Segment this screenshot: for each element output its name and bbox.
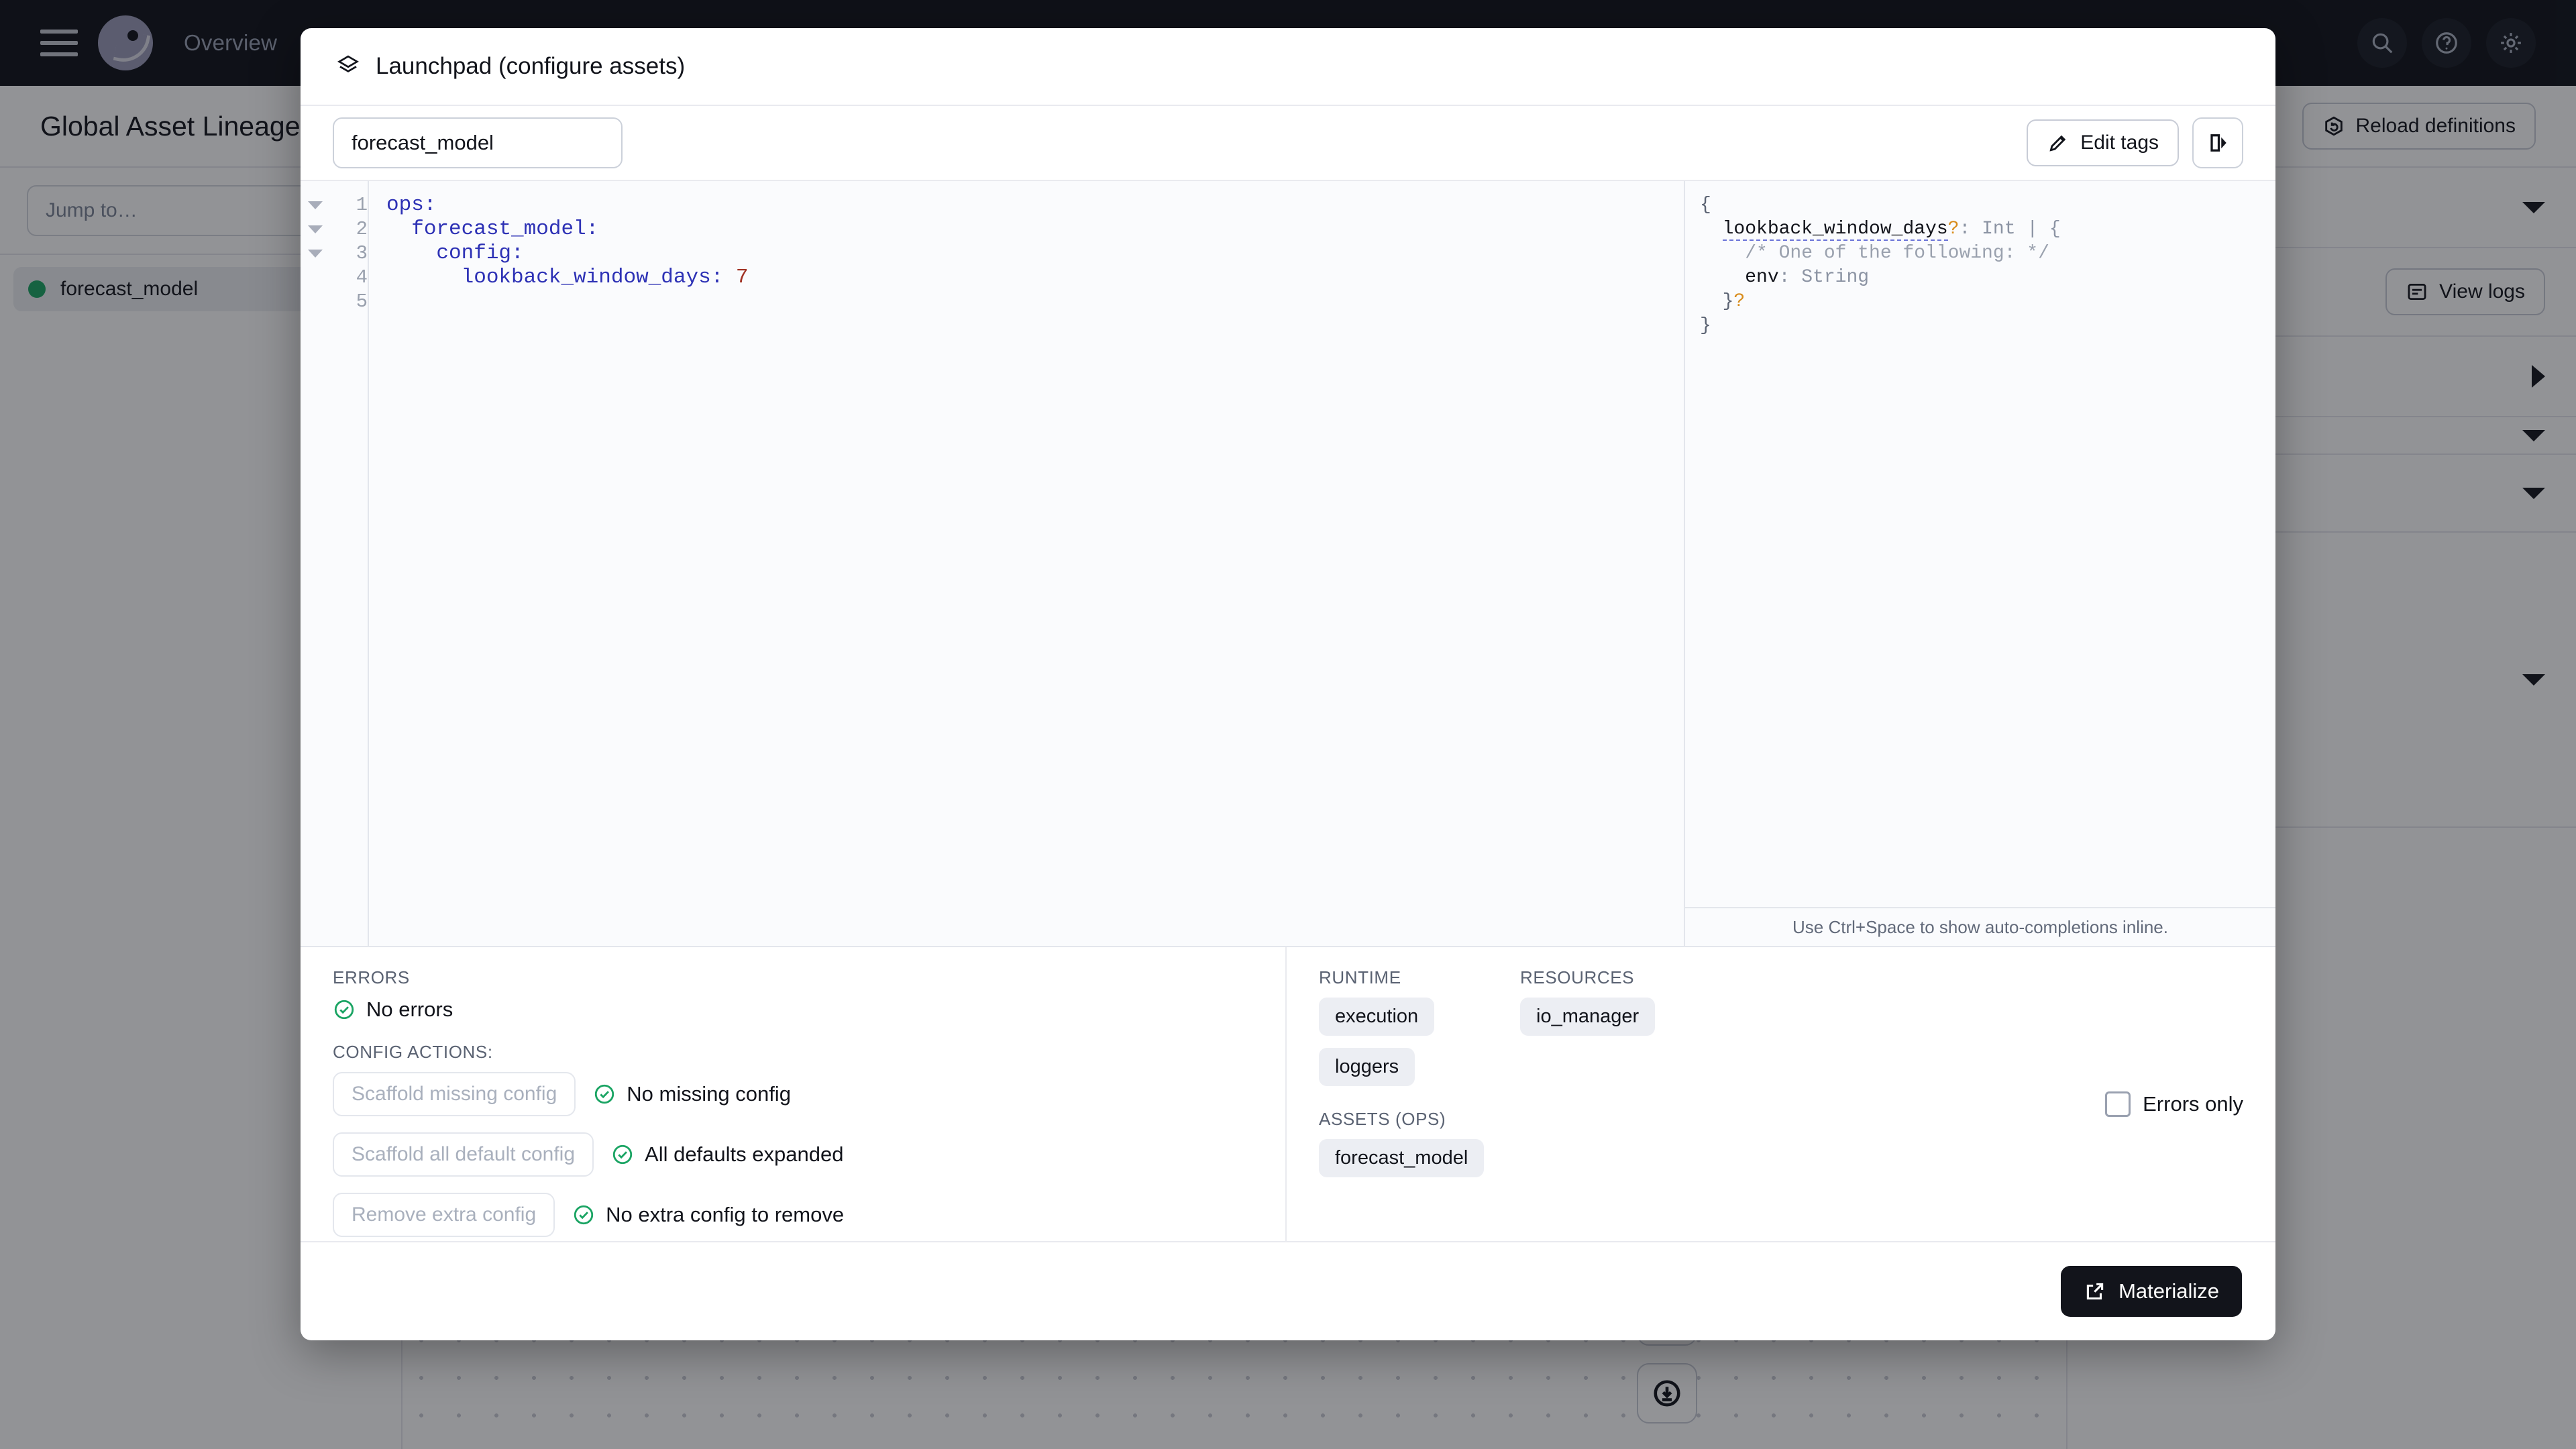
- line-number: 1: [356, 194, 368, 216]
- line-number: 3: [356, 242, 368, 264]
- modal-toolbar: forecast_model Edit tags: [301, 106, 2275, 181]
- schema-env-key: env: [1745, 267, 1779, 288]
- yaml-key: ops:: [386, 193, 437, 217]
- assets-label: ASSETS (OPS): [1319, 1109, 1446, 1129]
- fold-arrow[interactable]: [301, 217, 330, 241]
- scaffold-all-default-config-status: All defaults expanded: [611, 1142, 843, 1167]
- line-number-gutter: 1 2 3 4 5: [330, 181, 368, 946]
- check-circle-icon: [612, 1144, 633, 1165]
- yaml-code[interactable]: ops: forecast_model: config: lookback_wi…: [368, 181, 1684, 946]
- runtime-resources-assets-column: RUNTIME execution loggers ASSETS (OPS) f…: [1287, 947, 2275, 1241]
- resources-tag-io-manager[interactable]: io_manager: [1520, 998, 1656, 1036]
- check-circle-icon: [334, 1000, 354, 1020]
- line-number: 2: [356, 218, 368, 240]
- line-number: 4: [356, 266, 368, 288]
- errors-only-toggle[interactable]: Errors only: [2105, 967, 2243, 1241]
- yaml-key: forecast_model:: [411, 217, 599, 241]
- schema-env-type: String: [1801, 267, 1870, 288]
- scaffold-missing-config-button[interactable]: Scaffold missing config: [333, 1072, 576, 1116]
- errors-label: ERRORS: [333, 967, 410, 987]
- config-action-row: Remove extra config No extra config to r…: [333, 1193, 1253, 1237]
- resources-label: RESOURCES: [1520, 967, 1635, 987]
- schema-field-type: Int: [1982, 219, 2016, 239]
- errors-only-checkbox[interactable]: [2105, 1091, 2131, 1117]
- runtime-column: RUNTIME execution loggers ASSETS (OPS) f…: [1319, 967, 1520, 1241]
- config-actions-label: CONFIG ACTIONS:: [333, 1042, 493, 1062]
- code-line: forecast_model:: [386, 217, 1684, 241]
- modal-footer: Materialize: [301, 1241, 2275, 1340]
- code-line: lookback_window_days: 7: [386, 266, 1684, 290]
- materialize-label: Materialize: [2118, 1279, 2219, 1303]
- assets-tag-forecast-model[interactable]: forecast_model: [1319, 1139, 1485, 1177]
- edit-tags-button[interactable]: Edit tags: [2027, 119, 2179, 166]
- schema-field-name[interactable]: lookback_window_days: [1722, 219, 1948, 241]
- config-action-row: Scaffold all default config All defaults…: [333, 1132, 1253, 1177]
- panel-toggle-icon[interactable]: [2192, 117, 2243, 168]
- schema-line: lookback_window_days?: Int | {: [1722, 219, 2061, 241]
- schema-line: }?: [1700, 291, 1746, 312]
- runtime-tag-loggers[interactable]: loggers: [1319, 1048, 1415, 1086]
- resources-tags: io_manager: [1520, 998, 2105, 1036]
- editor-region: 1 2 3 4 5 ops: forecast_model: config: l…: [301, 181, 2275, 946]
- schema-line: env: String: [1745, 267, 1870, 288]
- materialize-button[interactable]: Materialize: [2061, 1266, 2242, 1317]
- status-text: No missing config: [627, 1082, 791, 1106]
- fold-arrow-empty: [301, 266, 330, 290]
- remove-extra-config-button[interactable]: Remove extra config: [333, 1193, 555, 1237]
- scaffold-missing-config-status: No missing config: [593, 1082, 791, 1106]
- schema-line: {: [1700, 195, 1711, 215]
- scaffold-all-default-config-button[interactable]: Scaffold all default config: [333, 1132, 594, 1177]
- external-link-icon: [2086, 1283, 2104, 1300]
- schema-comment: /* One of the following: */: [1745, 243, 2049, 264]
- resources-column: RESOURCES io_manager: [1520, 967, 2105, 1241]
- toolbar-right-actions: Edit tags: [2027, 117, 2243, 168]
- config-yaml-editor[interactable]: 1 2 3 4 5 ops: forecast_model: config: l…: [301, 181, 1685, 946]
- schema-optional-marker: ?: [1947, 219, 1960, 239]
- autocomplete-hint: Use Ctrl+Space to show auto-completions …: [1685, 907, 2275, 946]
- remove-extra-config-status: No extra config to remove: [572, 1203, 844, 1227]
- schema-panel: { lookback_window_days?: Int | { /* One …: [1685, 181, 2275, 946]
- assets-tags: forecast_model: [1319, 1139, 1520, 1177]
- schema-code: { lookback_window_days?: Int | { /* One …: [1685, 181, 2275, 907]
- yaml-key: lookback_window_days:: [461, 266, 724, 289]
- launchpad-modal: Launchpad (configure assets) forecast_mo…: [301, 28, 2275, 1340]
- runtime-tags: execution loggers: [1319, 998, 1520, 1086]
- errors-and-actions-column: ERRORS No errors CONFIG ACTIONS: Scaffol…: [301, 947, 1287, 1241]
- pencil-icon: [2049, 135, 2066, 152]
- check-circle-icon: [595, 1084, 614, 1104]
- yaml-key: config:: [436, 241, 524, 265]
- modal-header: Launchpad (configure assets): [301, 28, 2275, 106]
- check-circle-icon: [574, 1205, 594, 1225]
- layers-icon: [337, 55, 359, 72]
- asset-selector[interactable]: forecast_model: [333, 117, 623, 168]
- schema-line: }: [1700, 315, 1711, 336]
- fold-arrow[interactable]: [301, 241, 330, 266]
- fold-arrow[interactable]: [301, 193, 330, 217]
- code-line: ops:: [386, 193, 1684, 217]
- runtime-label: RUNTIME: [1319, 967, 1401, 987]
- fold-arrow-empty: [301, 290, 330, 314]
- code-line: config:: [386, 241, 1684, 266]
- modal-title: Launchpad (configure assets): [376, 53, 686, 79]
- bottom-status-panel: ERRORS No errors CONFIG ACTIONS: Scaffol…: [301, 946, 2275, 1241]
- errors-only-label: Errors only: [2143, 1092, 2243, 1116]
- line-number: 5: [356, 290, 368, 313]
- yaml-value: 7: [735, 266, 749, 289]
- runtime-tag-execution[interactable]: execution: [1319, 998, 1435, 1036]
- status-text: All defaults expanded: [645, 1142, 844, 1166]
- errors-status-text: No errors: [366, 998, 453, 1021]
- config-action-row: Scaffold missing config No missing confi…: [333, 1072, 1253, 1116]
- status-text: No extra config to remove: [606, 1203, 845, 1226]
- edit-tags-label: Edit tags: [2080, 131, 2159, 154]
- errors-status-row: No errors: [333, 998, 1253, 1022]
- fold-gutter: [301, 181, 330, 946]
